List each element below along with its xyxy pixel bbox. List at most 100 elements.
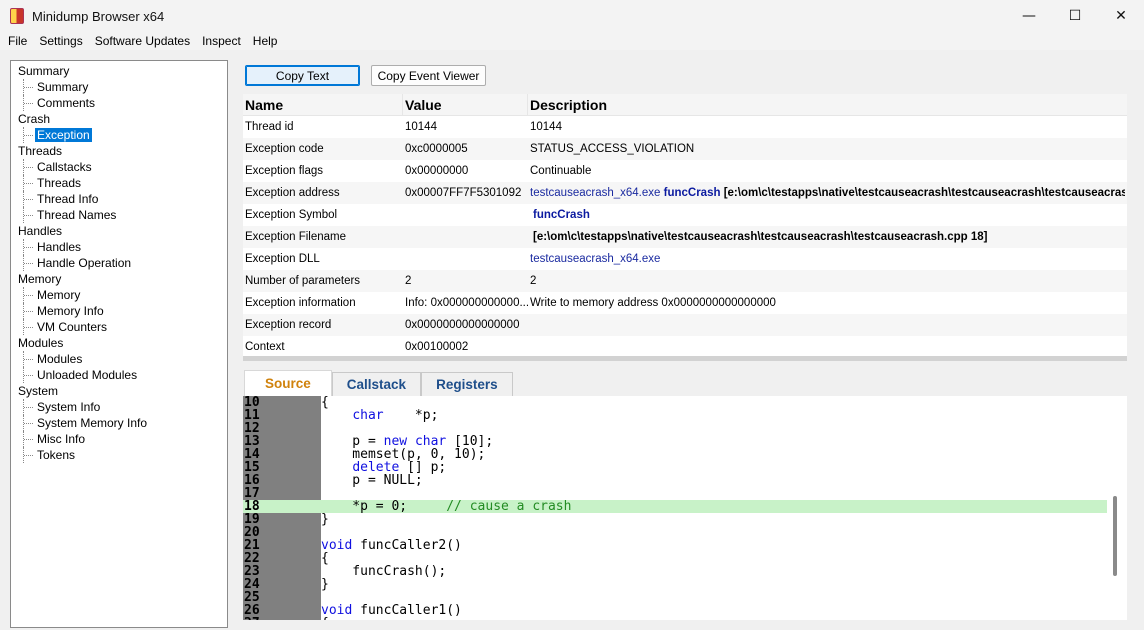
menu-settings[interactable]: Settings [33, 34, 88, 48]
tree-item-summary[interactable]: Summary [11, 79, 227, 95]
tree-group-threads[interactable]: Threads [11, 143, 227, 159]
tree-connector [23, 415, 33, 431]
menu-file[interactable]: File [2, 34, 33, 48]
tree-group-modules[interactable]: Modules [11, 335, 227, 351]
cell-value: 10144 [405, 121, 437, 133]
tree-group-memory[interactable]: Memory [11, 271, 227, 287]
tree-item-label: Thread Names [37, 208, 117, 222]
tab-source[interactable]: Source [244, 370, 332, 396]
column-header-description[interactable]: Description [528, 94, 1125, 116]
tree-connector [23, 303, 33, 319]
function-name: funcCrash [533, 209, 590, 221]
tree-group-label: Memory [18, 272, 62, 286]
tree-group-summary[interactable]: Summary [11, 63, 227, 79]
tree-connector [23, 351, 33, 367]
tree-item-label: System Memory Info [37, 416, 148, 430]
table-row[interactable]: Exception Filename [e:\om\c\testapps\nat… [243, 226, 1127, 248]
tree-item-system-info[interactable]: System Info [11, 399, 227, 415]
cell-description: testcauseacrash_x64.exe [528, 248, 1125, 270]
tab-strip: Source Callstack Registers [244, 370, 513, 396]
menu-help[interactable]: Help [247, 34, 284, 48]
table-row[interactable]: Thread id 10144 10144 [243, 116, 1127, 138]
tree-item-unloaded-modules[interactable]: Unloaded Modules [11, 367, 227, 383]
tree-item-exception[interactable]: Exception [11, 127, 227, 143]
table-row[interactable]: Exception information Info: 0x0000000000… [243, 292, 1127, 314]
tree-item-label: System Info [37, 400, 101, 414]
menu-inspect[interactable]: Inspect [196, 34, 247, 48]
tree-item-label: Handles [37, 240, 82, 254]
tree-item-tokens[interactable]: Tokens [11, 447, 227, 463]
tree-connector [23, 447, 33, 463]
tree-item-memory[interactable]: Memory [11, 287, 227, 303]
tree-item-handle-operation[interactable]: Handle Operation [11, 255, 227, 271]
tree-item-handles[interactable]: Handles [11, 239, 227, 255]
cell-value [403, 226, 528, 248]
cell-name: Exception DLL [245, 253, 320, 265]
tab-registers[interactable]: Registers [421, 372, 513, 396]
tree-item-misc-info[interactable]: Misc Info [11, 431, 227, 447]
source-line: 16 p = NULL; [243, 474, 1107, 487]
minimize-button[interactable]: — [1006, 0, 1052, 32]
source-path: [e:\om\c\testapps\native\testcauseacrash… [723, 187, 1125, 199]
tree-item-modules[interactable]: Modules [11, 351, 227, 367]
tree-connector [23, 239, 33, 255]
tree-group-label: Modules [18, 336, 64, 350]
menu-software-updates[interactable]: Software Updates [89, 34, 196, 48]
cell-description: testcauseacrash_x64.exe funcCrash [e:\om… [528, 182, 1125, 204]
copy-text-button[interactable]: Copy Text [245, 65, 360, 86]
code-text: char *p; [352, 408, 439, 423]
close-button[interactable]: ✕ [1098, 0, 1144, 32]
source-line: 23 funcCrash(); [243, 565, 1107, 578]
tree-item-system-memory-info[interactable]: System Memory Info [11, 415, 227, 431]
tree-item-thread-info[interactable]: Thread Info [11, 191, 227, 207]
navigation-tree[interactable]: Summary Summary Comments Crash Exception Thre… [10, 60, 228, 628]
cell-name: Exception Symbol [245, 209, 338, 221]
tree-item-vm-counters[interactable]: VM Counters [11, 319, 227, 335]
cell-description: 10144 [530, 121, 562, 133]
content-area: Summary Summary Comments Crash Exception Thre… [0, 52, 1144, 630]
tree-item-comments[interactable]: Comments [11, 95, 227, 111]
tree-connector [23, 175, 33, 191]
column-header-name[interactable]: Name [243, 94, 403, 116]
table-row[interactable]: Context 0x00100002 [243, 336, 1127, 358]
copy-event-viewer-button[interactable]: Copy Event Viewer [371, 65, 486, 86]
cell-value [403, 248, 528, 270]
tree-item-label: VM Counters [37, 320, 108, 334]
tree-item-callstacks[interactable]: Callstacks [11, 159, 227, 175]
table-row[interactable]: Exception DLL testcauseacrash_x64.exe [243, 248, 1127, 270]
tree-item-threads[interactable]: Threads [11, 175, 227, 191]
module-link[interactable]: testcauseacrash_x64.exe [530, 187, 660, 199]
function-name: funcCrash [663, 187, 721, 199]
tree-item-thread-names[interactable]: Thread Names [11, 207, 227, 223]
source-vertical-scrollbar[interactable] [1113, 496, 1117, 576]
exception-property-table: Name Value Description Thread id 10144 1… [243, 94, 1127, 360]
table-row[interactable]: Exception record 0x0000000000000000 [243, 314, 1127, 336]
maximize-button[interactable]: ☐ [1052, 0, 1098, 32]
cell-description: [e:\om\c\testapps\native\testcauseacrash… [528, 226, 1125, 248]
tree-item-label: Callstacks [37, 160, 92, 174]
cell-value: 0x0000000000000000 [405, 319, 520, 331]
tree-connector [23, 399, 33, 415]
code-text: funcCrash(); [321, 564, 447, 579]
table-row[interactable]: Exception flags 0x00000000 Continuable [243, 160, 1127, 182]
tree-group-crash[interactable]: Crash [11, 111, 227, 127]
tree-item-memory-info[interactable]: Memory Info [11, 303, 227, 319]
tree-group-label: Crash [18, 112, 51, 126]
tree-group-system[interactable]: System [11, 383, 227, 399]
table-row[interactable]: Exception Symbol funcCrash [243, 204, 1127, 226]
tree-group-handles[interactable]: Handles [11, 223, 227, 239]
table-row[interactable]: Exception address 0x00007FF7F5301092 tes… [243, 182, 1127, 204]
column-header-value[interactable]: Value [403, 94, 528, 116]
tree-item-label: Memory Info [37, 304, 104, 318]
cell-name: Context [245, 341, 285, 353]
table-horizontal-scrollbar[interactable] [243, 356, 1127, 361]
tree-item-label: Comments [37, 96, 96, 110]
cell-description: funcCrash [528, 204, 1125, 226]
tree-connector [23, 159, 33, 175]
tree-item-label: Exception [35, 128, 92, 142]
module-link[interactable]: testcauseacrash_x64.exe [530, 253, 660, 265]
tab-callstack[interactable]: Callstack [331, 372, 422, 396]
table-row[interactable]: Number of parameters 2 2 [243, 270, 1127, 292]
table-row[interactable]: Exception code 0xc0000005 STATUS_ACCESS_… [243, 138, 1127, 160]
source-code-view[interactable]: 10{11 char *p; 12 13 p = new char [10]; 14 … [243, 396, 1127, 620]
